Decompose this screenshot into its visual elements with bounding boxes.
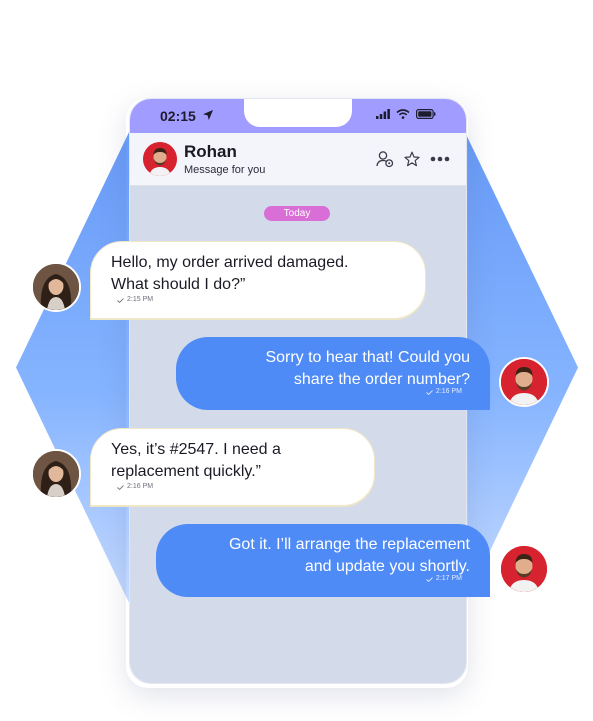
message-meta: 2:16 PM [426, 381, 462, 403]
chat-illustration: 02:15 Rohan Message for you Today Hello,… [0, 0, 593, 721]
message-bubble-incoming[interactable]: Hello, my order arrived damaged. What sh… [90, 241, 426, 319]
customer-avatar-image [33, 451, 79, 497]
agent-avatar-image [501, 546, 547, 592]
check-icon [117, 484, 124, 490]
status-bar: 02:15 [130, 99, 466, 133]
message-bubble-outgoing[interactable]: Got it. I’ll arrange the replacement and… [156, 524, 490, 597]
message-meta: 2:17 PM [426, 568, 462, 590]
check-icon [426, 389, 433, 395]
customer-avatar-image [33, 264, 79, 310]
cellular-signal-icon [376, 109, 390, 119]
avatar[interactable] [31, 449, 81, 499]
date-divider: Today [264, 206, 330, 221]
contact-name: Rohan [184, 142, 237, 161]
status-icons [376, 109, 436, 119]
message-time: 2:16 PM [127, 483, 154, 490]
user-settings-icon[interactable] [376, 150, 394, 168]
battery-icon [416, 109, 436, 119]
star-icon[interactable] [404, 151, 420, 167]
contact-avatar-image [143, 142, 177, 176]
avatar[interactable] [143, 142, 177, 176]
avatar[interactable] [499, 357, 549, 407]
location-arrow-icon [203, 110, 213, 120]
contact-subtitle: Message for you [184, 164, 266, 176]
agent-avatar-image [501, 359, 547, 405]
check-icon [117, 297, 124, 303]
message-bubble-outgoing[interactable]: Sorry to hear that! Could you share the … [176, 337, 490, 410]
message-time: 2:17 PM [435, 575, 462, 582]
check-icon [426, 576, 433, 582]
message-time: 2:15 PM [127, 296, 154, 303]
message-time: 2:16 PM [435, 388, 462, 395]
more-dots-icon[interactable] [430, 156, 450, 162]
avatar[interactable] [31, 262, 81, 312]
message-meta: 2:16 PM [117, 476, 153, 498]
message-bubble-incoming[interactable]: Yes, it’s #2547. I need a replacement qu… [90, 428, 375, 506]
message-text: Hello, my order arrived damaged. What sh… [111, 254, 349, 293]
message-meta: 2:15 PM [117, 289, 153, 311]
status-time: 02:15 [160, 108, 196, 124]
avatar[interactable] [499, 544, 549, 594]
phone-notch [244, 99, 352, 127]
header-actions [376, 150, 450, 168]
wifi-icon [396, 109, 410, 119]
chat-header: Rohan Message for you [130, 133, 466, 186]
